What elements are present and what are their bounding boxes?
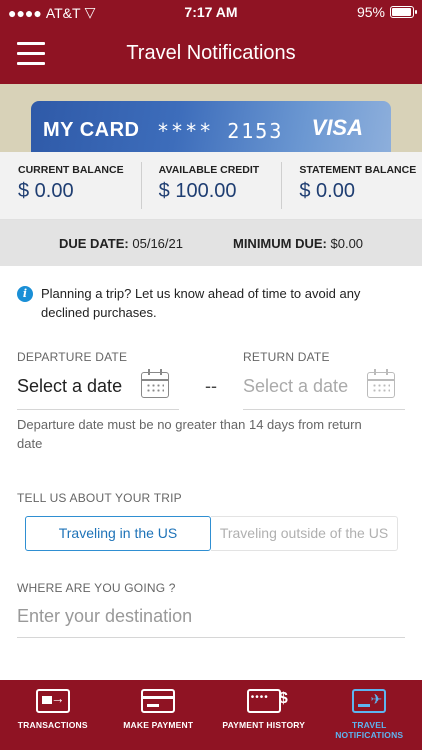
nav-travel-notifications-label: TRAVEL NOTIFICATIONS	[335, 720, 404, 740]
statement-balance-value: $ 0.00	[299, 180, 355, 202]
card-payment-icon	[141, 689, 176, 713]
card-banner: MY CARD **** 2153 VISA	[0, 84, 422, 152]
destination-input[interactable]	[17, 600, 405, 627]
date-separator: --	[205, 376, 217, 396]
minimum-due-value: $0.00	[330, 235, 364, 251]
balance-summary: CURRENT BALANCE $ 0.00 AVAILABLE CREDIT …	[0, 152, 422, 220]
destination-label: WHERE ARE YOU GOING ?	[17, 581, 176, 595]
departure-date-picker[interactable]: Select a date	[17, 368, 179, 410]
info-icon: i	[17, 286, 33, 302]
nav-make-payment-label: MAKE PAYMENT	[123, 720, 194, 730]
date-helper-text: Departure date must be no greater than 1…	[17, 417, 362, 451]
bottom-navigation: TRANSACTIONS MAKE PAYMENT $ PAYMENT HIST…	[0, 680, 422, 750]
battery-status: 95%	[356, 4, 417, 20]
due-date: DUE DATE: 05/16/21	[59, 236, 183, 251]
info-banner: i Planning a trip? Let us know ahead of …	[17, 284, 402, 322]
card-name: MY CARD	[43, 119, 140, 141]
traveling-outside-us-option[interactable]: Traveling outside of the US	[211, 516, 398, 551]
transactions-icon	[35, 689, 70, 713]
current-balance-label: CURRENT BALANCE	[18, 164, 124, 176]
info-text: Planning a trip? Let us know ahead of ti…	[41, 286, 361, 320]
return-date-value: Select a date	[243, 376, 349, 396]
calendar-icon[interactable]	[141, 369, 169, 398]
trip-type-label: TELL US ABOUT YOUR TRIP	[17, 491, 182, 505]
credit-card-image: MY CARD **** 2153 VISA	[31, 101, 391, 152]
return-date-label: RETURN DATE	[243, 350, 330, 364]
available-credit-label: AVAILABLE CREDIT	[158, 164, 260, 176]
nav-payment-history-label: PAYMENT HISTORY	[222, 720, 306, 730]
battery-icon	[390, 6, 417, 18]
payment-history-icon: $	[246, 689, 288, 713]
nav-transactions-label: TRANSACTIONS	[17, 720, 88, 730]
available-credit: AVAILABLE CREDIT $ 100.00	[140, 152, 282, 219]
nav-payment-history[interactable]: $ PAYMENT HISTORY	[211, 680, 317, 750]
due-date-label: DUE DATE:	[58, 235, 129, 251]
calendar-icon[interactable]	[367, 369, 395, 398]
due-date-value: 05/16/21	[132, 235, 183, 251]
return-date-picker[interactable]: Select a date	[243, 368, 405, 410]
statement-balance-label: STATEMENT BALANCE	[299, 164, 417, 176]
nav-make-payment[interactable]: MAKE PAYMENT	[106, 680, 212, 750]
current-balance: CURRENT BALANCE $ 0.00	[0, 152, 141, 219]
statement-balance: STATEMENT BALANCE $ 0.00	[281, 152, 422, 219]
destination-field	[17, 600, 405, 638]
app-header: Travel Notifications	[0, 24, 422, 84]
traveling-in-us-option[interactable]: Traveling in the US	[25, 516, 211, 551]
travel-icon	[352, 689, 387, 713]
nav-travel-notifications[interactable]: TRAVEL NOTIFICATIONS	[317, 680, 422, 750]
visa-logo: VISA	[311, 115, 363, 140]
departure-date-label: DEPARTURE DATE	[17, 350, 128, 364]
departure-date-value: Select a date	[17, 376, 123, 396]
minimum-due-label: MINIMUM DUE:	[232, 235, 327, 251]
minimum-due: MINIMUM DUE: $0.00	[233, 236, 363, 251]
nav-transactions[interactable]: TRANSACTIONS	[0, 680, 106, 750]
trip-type-selector: Traveling in the US Traveling outside of…	[25, 516, 398, 551]
due-info: DUE DATE: 05/16/21 MINIMUM DUE: $0.00	[0, 220, 422, 266]
battery-percent: 95%	[356, 4, 385, 20]
available-credit-value: $ 100.00	[158, 180, 237, 202]
card-number: **** 2153	[157, 119, 284, 143]
status-bar: ●●●● AT&T ▽ 7:17 AM 95%	[0, 0, 422, 24]
page-title: Travel Notifications	[126, 42, 296, 64]
current-balance-value: $ 0.00	[18, 180, 74, 202]
